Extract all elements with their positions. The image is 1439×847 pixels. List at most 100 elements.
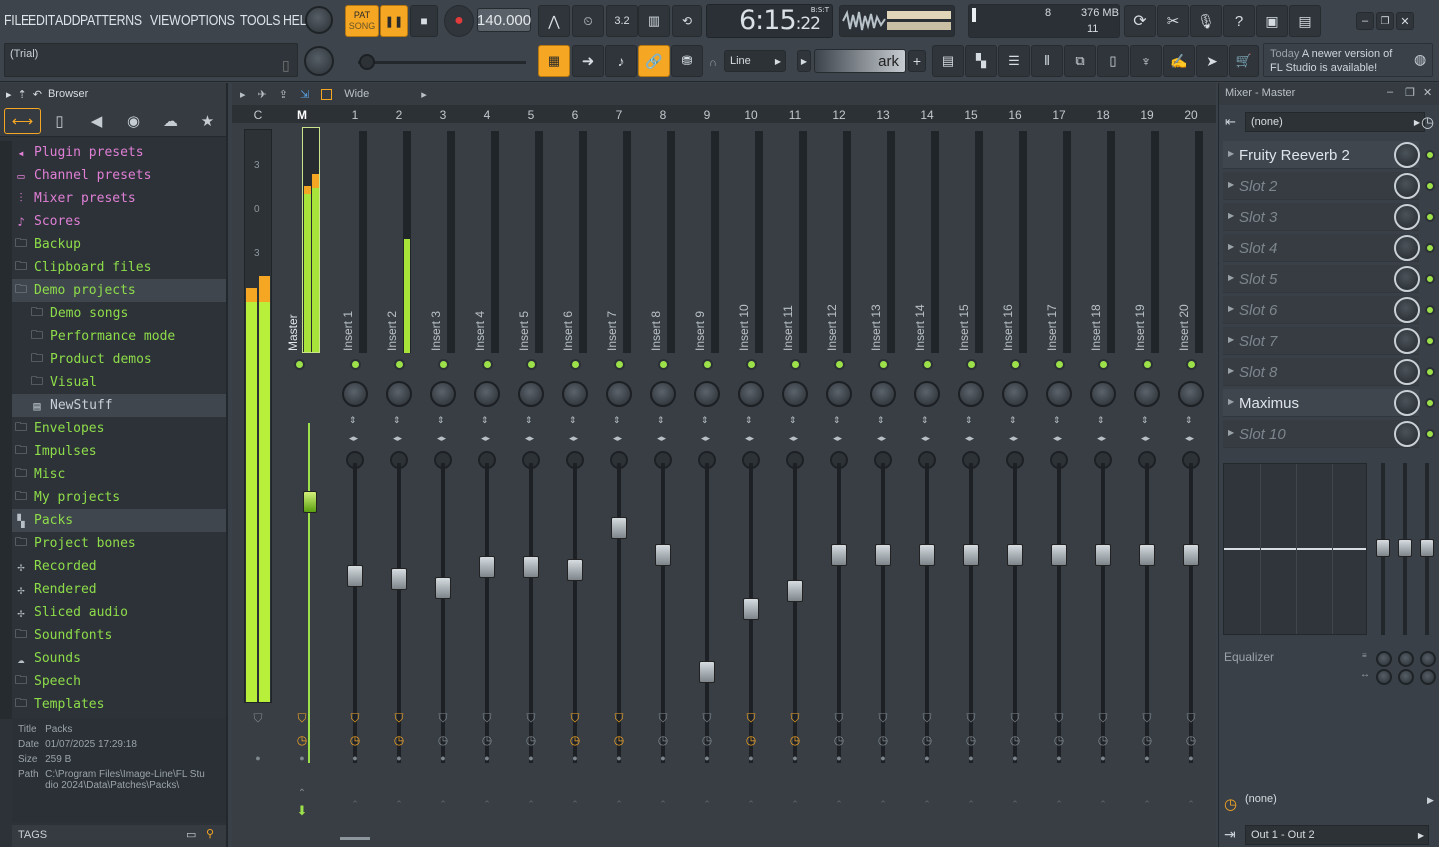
insert-enable-led[interactable] — [966, 359, 977, 370]
lock-icon[interactable]: ▯ — [282, 57, 290, 74]
insert-volume-fader[interactable] — [1007, 544, 1023, 566]
close-icon[interactable]: ✕ — [1396, 12, 1414, 30]
render-icon[interactable]: ▤ — [1289, 5, 1321, 37]
send-up-icon[interactable]: ⌃ — [612, 799, 626, 810]
restore-icon[interactable]: ❐ — [1376, 12, 1394, 30]
effect-mix-knob[interactable] — [1394, 359, 1420, 385]
insert-pan-knob[interactable] — [342, 381, 368, 407]
route-icon[interactable]: ⛉ — [348, 711, 362, 726]
expand-arrow-icon[interactable]: ▸ — [6, 88, 12, 101]
eq-mid-fader[interactable] — [1398, 539, 1412, 557]
channel-rack-icon[interactable]: ☰ — [998, 45, 1030, 77]
stereo-sep-icon[interactable]: ⇕ — [1097, 415, 1105, 426]
eq-high-fader[interactable] — [1420, 539, 1434, 557]
stereo-sep-icon[interactable]: ⇕ — [481, 415, 489, 426]
insert-pan-knob[interactable] — [1002, 381, 1028, 407]
effect-mix-knob[interactable] — [1394, 328, 1420, 354]
master-pitch-knob[interactable] — [304, 46, 334, 76]
swap-lr-icon[interactable]: ◂▸ — [437, 433, 446, 444]
fx-clock-icon[interactable]: ◷ — [920, 733, 934, 747]
insert-enable-led[interactable] — [394, 359, 405, 370]
draw-icon[interactable]: ♪ — [605, 45, 637, 77]
route-icon[interactable]: ⛉ — [788, 711, 802, 726]
microphone-icon[interactable]: 🎙 — [1190, 5, 1222, 37]
route-icon[interactable]: ⛉ — [524, 711, 538, 726]
play-button[interactable]: ❚❚ — [380, 5, 408, 37]
insert-label[interactable]: Insert 10 — [737, 291, 751, 351]
effect-mix-knob[interactable] — [1394, 173, 1420, 199]
browser-item[interactable]: ☁ Sounds — [12, 647, 226, 670]
browser-item[interactable]: 🗀 Envelopes — [12, 417, 226, 440]
master-volume-fader[interactable] — [303, 491, 317, 513]
fx-clock-icon[interactable]: ◷ — [436, 733, 450, 747]
wait-input-icon[interactable]: ⏲ — [572, 5, 604, 37]
insert-volume-fader[interactable] — [1095, 544, 1111, 566]
tempo-tapper-icon[interactable]: ➤ — [1196, 45, 1228, 77]
browser-item[interactable]: 🗀 Visual — [12, 371, 226, 394]
insert-volume-fader[interactable] — [347, 565, 363, 587]
pat-song-toggle[interactable]: PAT SONG — [345, 5, 379, 37]
next-arrow-icon[interactable]: ▸ — [421, 88, 427, 101]
undo-arrow-icon[interactable]: ↶ — [33, 88, 42, 101]
fx-clock-icon[interactable]: ◷ — [744, 733, 758, 747]
eq-freq-knob-1[interactable] — [1376, 651, 1392, 667]
speaker-tab-icon[interactable]: ◀ — [78, 108, 115, 134]
swap-lr-icon[interactable]: ◂▸ — [1185, 433, 1194, 444]
stereo-sep-icon[interactable]: ⇕ — [1185, 415, 1193, 426]
stereo-sep-icon[interactable]: ⇕ — [789, 415, 797, 426]
insert-label[interactable]: Insert 15 — [957, 291, 971, 351]
master-route-icon[interactable]: ⛉ — [295, 711, 309, 726]
stereo-sep-icon[interactable]: ⇕ — [1009, 415, 1017, 426]
insert-enable-led[interactable] — [1142, 359, 1153, 370]
stereo-sep-icon[interactable]: ⇕ — [965, 415, 973, 426]
send-clock-icon[interactable]: ◷ — [1224, 795, 1237, 813]
route-icon[interactable]: ⛉ — [568, 711, 582, 726]
insert-label[interactable]: Insert 6 — [561, 291, 575, 351]
restore-icon[interactable]: ❐ — [1405, 86, 1415, 99]
browser-item[interactable]: 🗀 Demo songs — [12, 302, 226, 325]
mixer-window-icon[interactable]: ⫴ — [1031, 45, 1063, 77]
fx-clock-icon[interactable]: ◷ — [964, 733, 978, 747]
project-notes-icon[interactable]: ▯ — [1097, 45, 1129, 77]
insert-volume-fader[interactable] — [699, 661, 715, 683]
route-icon[interactable]: ⛉ — [436, 711, 450, 726]
fx-clock-icon[interactable]: ◷ — [1184, 733, 1198, 747]
insert-label[interactable]: Insert 16 — [1001, 291, 1015, 351]
browser-item[interactable]: ▚ Packs — [12, 509, 226, 532]
master-strip-label[interactable]: Master — [286, 291, 300, 351]
menu-edit[interactable]: EDIT — [28, 12, 55, 29]
effect-slot[interactable]: ▶ Slot 10 — [1223, 420, 1419, 448]
swap-lr-icon[interactable]: ◂▸ — [1053, 433, 1062, 444]
swap-lr-icon[interactable]: ◂▸ — [789, 433, 798, 444]
stereo-sep-icon[interactable]: ⇕ — [437, 415, 445, 426]
effect-mix-knob[interactable] — [1394, 390, 1420, 416]
insert-pan-knob[interactable] — [386, 381, 412, 407]
send-up-icon[interactable]: ⌃ — [744, 799, 758, 810]
insert-label[interactable]: Insert 13 — [869, 291, 883, 351]
insert-volume-fader[interactable] — [963, 544, 979, 566]
add-pattern-icon[interactable]: + — [908, 50, 926, 72]
swap-lr-icon[interactable]: ◂▸ — [1009, 433, 1018, 444]
plugin-database-icon[interactable]: ♆ — [1130, 45, 1162, 77]
insert-label[interactable]: Insert 19 — [1133, 291, 1147, 351]
insert-pan-knob[interactable] — [738, 381, 764, 407]
effect-slot[interactable]: ▶ Slot 6 — [1223, 296, 1419, 324]
browser-item[interactable]: 🗀 Misc — [12, 463, 226, 486]
insert-label[interactable]: Insert 2 — [385, 291, 399, 351]
stereo-sep-icon[interactable]: ⇕ — [833, 415, 841, 426]
insert-label[interactable]: Insert 20 — [1177, 291, 1191, 351]
current-route-icon[interactable]: ⛉ — [251, 711, 265, 726]
swap-lr-icon[interactable]: ◂▸ — [393, 433, 402, 444]
star-tab-icon[interactable]: ★ — [189, 108, 226, 134]
stereo-sep-icon[interactable]: ⇕ — [657, 415, 665, 426]
effect-enable-led[interactable] — [1425, 150, 1435, 160]
swap-lr-icon[interactable]: ◂▸ — [525, 433, 534, 444]
route-icon[interactable]: ⛉ — [876, 711, 890, 726]
effect-enable-led[interactable] — [1425, 429, 1435, 439]
effect-mix-knob[interactable] — [1394, 235, 1420, 261]
browser-item[interactable]: 🗀 Product demos — [12, 348, 226, 371]
swap-lr-icon[interactable]: ◂▸ — [965, 433, 974, 444]
insert-enable-led[interactable] — [570, 359, 581, 370]
up-arrow-icon[interactable]: ⇡ — [18, 88, 27, 101]
stereo-sep-icon[interactable]: ⇕ — [921, 415, 929, 426]
